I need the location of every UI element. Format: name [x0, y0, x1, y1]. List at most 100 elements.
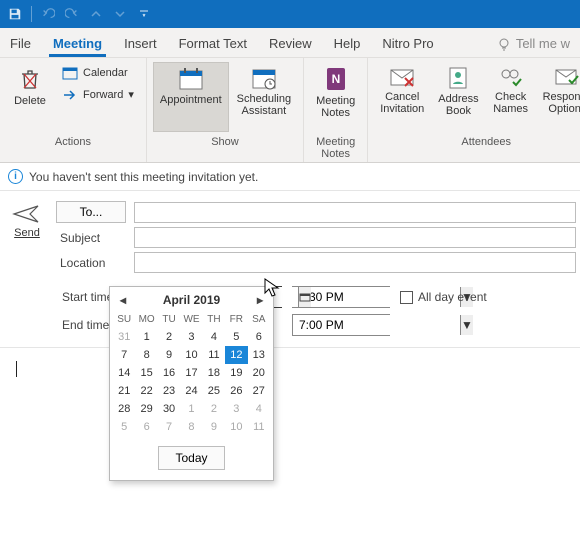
end-time-input[interactable] [293, 315, 460, 335]
prev-month-button[interactable]: ◂ [116, 293, 130, 307]
calendar-day[interactable]: 11 [248, 418, 270, 436]
calendar-day[interactable]: 29 [135, 400, 157, 418]
group-show: Appointment Scheduling Assistant Show [147, 58, 304, 162]
calendar-day[interactable]: 20 [248, 364, 270, 382]
redo-icon[interactable] [61, 3, 83, 25]
calendar-day[interactable]: 4 [203, 328, 225, 346]
calendar-day[interactable]: 6 [135, 418, 157, 436]
forward-label: Forward [83, 89, 123, 101]
bulb-icon [497, 37, 511, 51]
group-attendees: Cancel Invitation Address Book Check Nam… [368, 58, 580, 162]
info-bar: i You haven't sent this meeting invitati… [0, 163, 580, 191]
calendar-day[interactable]: 4 [248, 400, 270, 418]
calendar-day[interactable]: 19 [225, 364, 247, 382]
calendar-dow: MO [135, 311, 157, 328]
info-icon: i [8, 169, 23, 184]
separator [31, 6, 32, 22]
calendar-dow: WE [180, 311, 202, 328]
delete-button[interactable]: Delete [6, 62, 54, 132]
send-label: Send [14, 227, 40, 239]
send-button[interactable]: Send [4, 199, 50, 275]
start-date-dropdown[interactable] [298, 287, 311, 307]
response-options-button[interactable]: Response Options [537, 62, 580, 132]
calendar-day[interactable]: 5 [113, 418, 135, 436]
tab-review[interactable]: Review [265, 31, 316, 57]
tab-nitro[interactable]: Nitro Pro [378, 31, 437, 57]
calendar-day[interactable]: 14 [113, 364, 135, 382]
calendar-day[interactable]: 9 [203, 418, 225, 436]
calendar-day[interactable]: 7 [158, 418, 180, 436]
all-day-checkbox[interactable]: All day event [400, 290, 487, 304]
calendar-day[interactable]: 1 [180, 400, 202, 418]
scheduling-button[interactable]: Scheduling Assistant [231, 62, 297, 132]
calendar-month-label: April 2019 [163, 293, 220, 307]
calendar-day[interactable]: 10 [180, 346, 202, 364]
calendar-day[interactable]: 2 [203, 400, 225, 418]
ribbon: Delete Calendar Forward ▾ Actions Appoin… [0, 58, 580, 163]
calendar-day[interactable]: 7 [113, 346, 135, 364]
calendar-day[interactable]: 23 [158, 382, 180, 400]
meeting-form: Send To... Subject Location Start time [0, 191, 580, 348]
tab-format-text[interactable]: Format Text [175, 31, 251, 57]
calendar-day[interactable]: 3 [225, 400, 247, 418]
check-label: Check Names [493, 91, 528, 115]
to-button[interactable]: To... [56, 201, 126, 223]
calendar-day[interactable]: 11 [203, 346, 225, 364]
calendar-day[interactable]: 16 [158, 364, 180, 382]
calendar-day[interactable]: 6 [248, 328, 270, 346]
address-book-button[interactable]: Address Book [432, 62, 484, 132]
qat-more-icon[interactable] [133, 3, 155, 25]
text-cursor [16, 361, 17, 377]
calendar-day[interactable]: 24 [180, 382, 202, 400]
calendar-button[interactable]: Calendar [58, 64, 138, 82]
calendar-day[interactable]: 27 [248, 382, 270, 400]
calendar-day[interactable]: 18 [203, 364, 225, 382]
calendar-day[interactable]: 5 [225, 328, 247, 346]
tab-help[interactable]: Help [330, 31, 365, 57]
calendar-day[interactable]: 17 [180, 364, 202, 382]
calendar-day[interactable]: 8 [180, 418, 202, 436]
calendar-day[interactable]: 15 [135, 364, 157, 382]
calendar-day[interactable]: 26 [225, 382, 247, 400]
message-body[interactable] [0, 348, 580, 389]
meeting-notes-button[interactable]: N Meeting Notes [310, 62, 361, 132]
save-icon[interactable] [4, 3, 26, 25]
group-label-attendees: Attendees [461, 136, 511, 148]
group-actions: Delete Calendar Forward ▾ Actions [0, 58, 147, 162]
calendar-day[interactable]: 1 [135, 328, 157, 346]
tab-meeting[interactable]: Meeting [49, 31, 106, 57]
calendar-day[interactable]: 21 [113, 382, 135, 400]
calendar-day[interactable]: 22 [135, 382, 157, 400]
calendar-day[interactable]: 12 [225, 346, 247, 364]
forward-button[interactable]: Forward ▾ [58, 86, 138, 103]
calendar-day[interactable]: 13 [248, 346, 270, 364]
calendar-day[interactable]: 31 [113, 328, 135, 346]
today-button[interactable]: Today [158, 446, 224, 470]
calendar-dow: SU [113, 311, 135, 328]
calendar-day[interactable]: 2 [158, 328, 180, 346]
location-field[interactable] [134, 252, 576, 273]
subject-label: Subject [56, 231, 126, 245]
cancel-invitation-button[interactable]: Cancel Invitation [374, 62, 430, 132]
calendar-dow: SA [248, 311, 270, 328]
calendar-day[interactable]: 3 [180, 328, 202, 346]
undo-icon[interactable] [37, 3, 59, 25]
tell-me[interactable]: Tell me w [493, 31, 574, 57]
calendar-day[interactable]: 8 [135, 346, 157, 364]
calendar-day[interactable]: 9 [158, 346, 180, 364]
check-names-button[interactable]: Check Names [487, 62, 535, 132]
tab-file[interactable]: File [6, 31, 35, 57]
calendar-day[interactable]: 10 [225, 418, 247, 436]
to-field[interactable] [134, 202, 576, 223]
subject-field[interactable] [134, 227, 576, 248]
response-label: Response Options [543, 91, 580, 115]
forward-icon [62, 89, 78, 101]
calendar-dow: TU [158, 311, 180, 328]
appointment-button[interactable]: Appointment [153, 62, 229, 132]
calendar-day[interactable]: 28 [113, 400, 135, 418]
calendar-day[interactable]: 30 [158, 400, 180, 418]
calendar-day[interactable]: 25 [203, 382, 225, 400]
end-time-field[interactable]: ▼ [292, 314, 390, 336]
tab-insert[interactable]: Insert [120, 31, 161, 57]
end-time-dropdown[interactable]: ▼ [460, 315, 473, 335]
